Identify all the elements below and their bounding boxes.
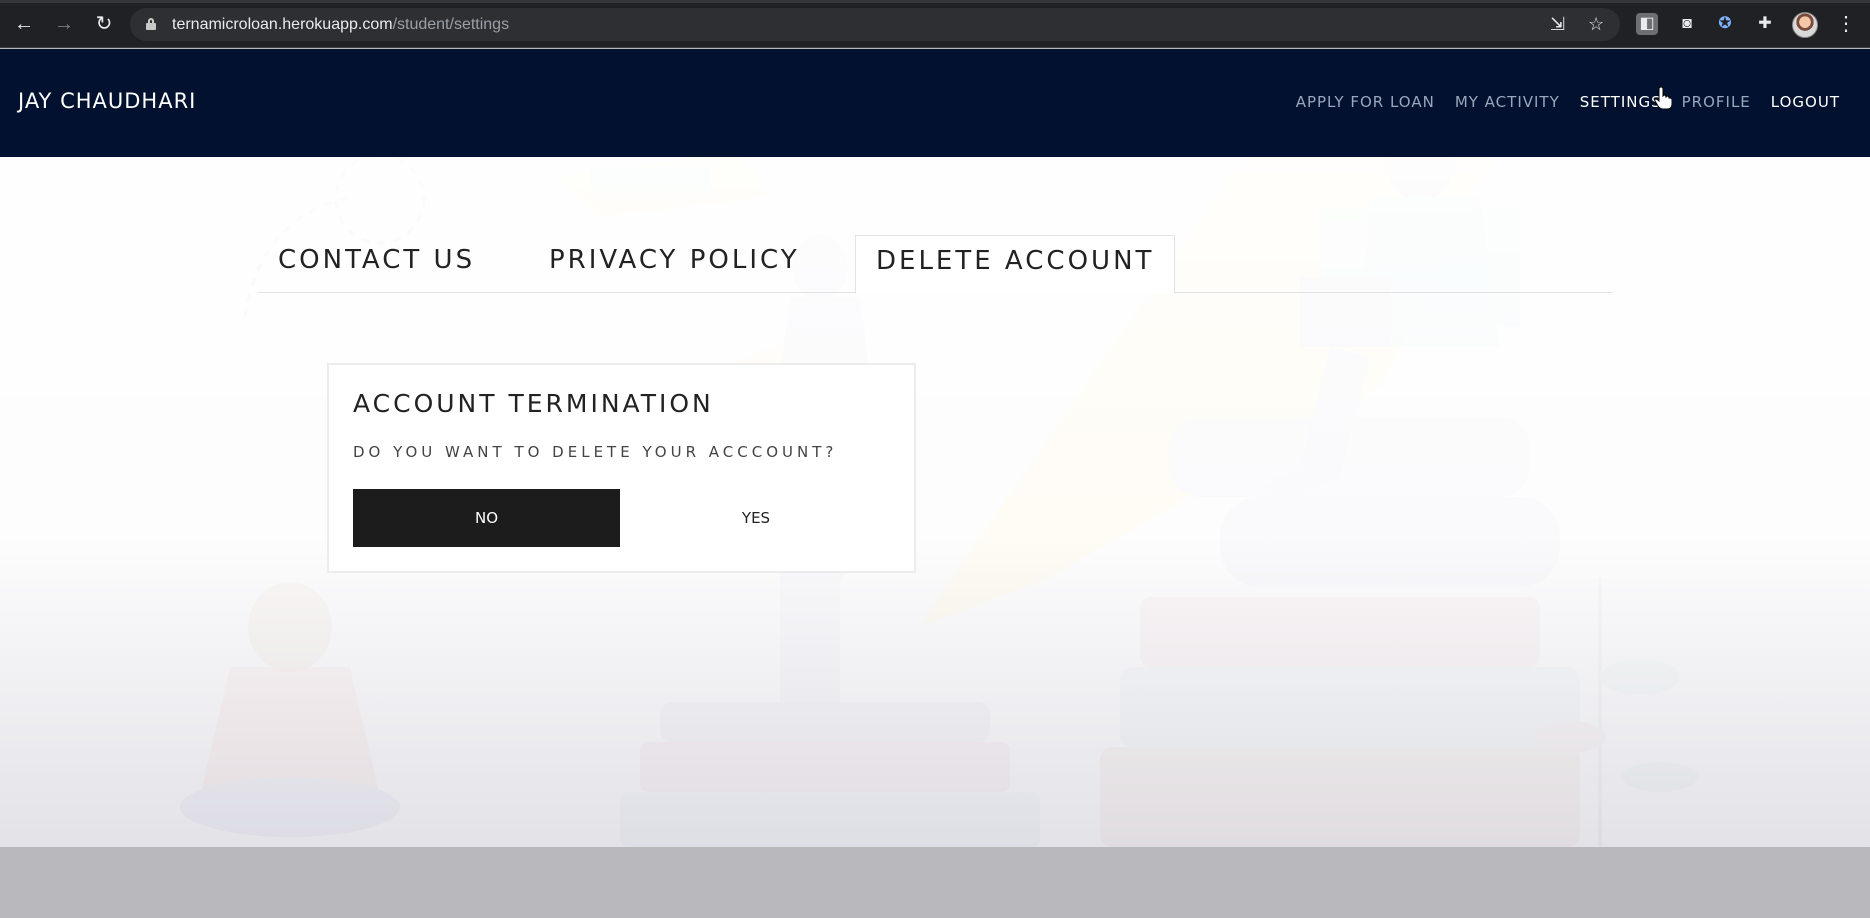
tab-delete-account[interactable]: DELETE ACCOUNT (855, 235, 1176, 294)
nav-profile[interactable]: PROFILE (1682, 93, 1751, 111)
lock-icon[interactable] (146, 18, 156, 30)
extension-icon[interactable]: ◧ (1636, 13, 1658, 35)
url-path: /student/settings (392, 16, 510, 33)
nav-settings[interactable]: SETTINGS (1580, 93, 1662, 111)
nav-links: APPLY FOR LOAN MY ACTIVITY SETTINGS PROF… (1296, 93, 1870, 111)
settings-page: CONTACT US PRIVACY POLICY DELETE ACCOUNT… (0, 157, 1870, 847)
url-text[interactable]: ternamicroloan.herokuapp.com/student/set… (172, 16, 509, 34)
tab-strip (0, 0, 1870, 3)
camera-icon[interactable]: ◙ (1676, 13, 1698, 35)
no-button[interactable]: NO (353, 489, 620, 547)
card-title: ACCOUNT TERMINATION (353, 389, 714, 418)
nav-my-activity[interactable]: MY ACTIVITY (1455, 93, 1560, 111)
extension-icon[interactable]: ✪ (1714, 13, 1736, 35)
url-host: ternamicroloan.herokuapp.com (172, 16, 393, 33)
site-navbar: JAY CHAUDHARI APPLY FOR LOAN MY ACTIVITY… (0, 49, 1870, 157)
page-footer-area (0, 847, 1870, 918)
install-app-icon[interactable]: ⇲ (1550, 14, 1565, 35)
reload-icon[interactable]: ↻ (92, 12, 116, 36)
nav-logout[interactable]: LOGOUT (1771, 93, 1840, 111)
tab-privacy-policy[interactable]: PRIVACY POLICY (529, 235, 820, 293)
hand-cursor-icon (1654, 87, 1672, 109)
tab-contact-us[interactable]: CONTACT US (258, 235, 495, 293)
settings-tabs: CONTACT US PRIVACY POLICY DELETE ACCOUNT (258, 235, 1613, 294)
back-icon[interactable]: ← (12, 12, 36, 36)
nav-apply-for-loan[interactable]: APPLY FOR LOAN (1296, 93, 1435, 111)
yes-button[interactable]: YES (622, 489, 890, 547)
brand-name[interactable]: JAY CHAUDHARI (18, 89, 196, 113)
browser-toolbar: ← → ↻ ternamicroloan.herokuapp.com/stude… (0, 0, 1870, 48)
account-termination-card: ACCOUNT TERMINATION DO YOU WANT TO DELET… (327, 363, 916, 573)
forward-icon[interactable]: → (52, 12, 76, 36)
profile-avatar[interactable] (1792, 12, 1818, 38)
more-menu-icon[interactable]: ⋮ (1836, 11, 1856, 36)
delete-question: DO YOU WANT TO DELETE YOUR ACCCOUNT? (353, 443, 838, 461)
bookmark-star-icon[interactable]: ☆ (1588, 14, 1604, 35)
address-bar[interactable]: ternamicroloan.herokuapp.com/student/set… (130, 8, 1620, 41)
puzzle-icon[interactable]: ✚ (1754, 13, 1776, 35)
